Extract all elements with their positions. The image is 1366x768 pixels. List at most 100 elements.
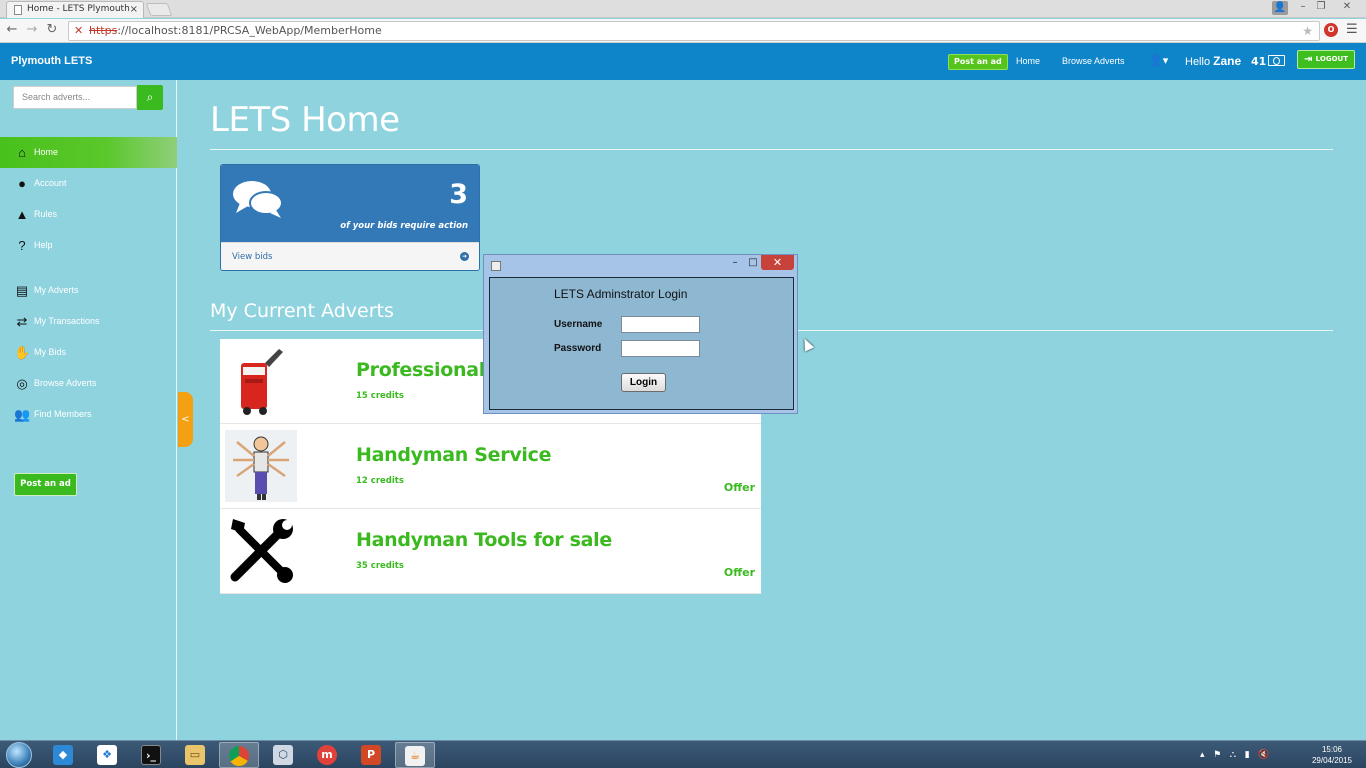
sidebar-item-help[interactable]: ? Help bbox=[0, 230, 177, 261]
cash-icon bbox=[1268, 55, 1286, 66]
new-tab-button[interactable] bbox=[145, 3, 173, 16]
profile-icon[interactable]: 👤 bbox=[1272, 1, 1288, 15]
extension-icon[interactable]: O bbox=[1324, 23, 1338, 37]
back-button[interactable]: ← bbox=[4, 22, 20, 38]
sidebar-item-home[interactable]: ⌂ Home bbox=[0, 137, 177, 168]
sidebar-item-my-bids[interactable]: ✋ My Bids bbox=[0, 337, 177, 368]
browser-tabstrip: Home - LETS Plymouth × 👤 – ❐ ✕ bbox=[0, 0, 1366, 18]
sidebar-item-find-members[interactable]: 👥 Find Members bbox=[0, 399, 177, 430]
taskbar-java[interactable]: ☕ bbox=[395, 742, 435, 768]
sidebar-collapse-toggle[interactable]: < bbox=[178, 392, 193, 447]
close-window-button[interactable]: ✕ bbox=[1340, 0, 1354, 14]
sidebar-item-my-adverts[interactable]: ▤ My Adverts bbox=[0, 275, 177, 306]
handyman-image bbox=[225, 430, 297, 502]
bids-description: of your bids require action bbox=[340, 221, 468, 231]
password-label: Password bbox=[554, 343, 602, 354]
start-button[interactable] bbox=[6, 742, 32, 768]
signal-icon[interactable]: ▮ bbox=[1245, 750, 1250, 760]
taskbar-dropbox[interactable]: ❖ bbox=[87, 742, 127, 768]
sidebar-item-rules[interactable]: ▲ Rules bbox=[0, 199, 177, 230]
brand-link[interactable]: Plymouth LETS bbox=[11, 43, 92, 80]
post-ad-nav-button[interactable]: Post an ad bbox=[948, 54, 1008, 70]
logout-label: LOGOUT bbox=[1315, 55, 1348, 63]
tab-close-icon[interactable]: × bbox=[130, 2, 138, 17]
network-icon[interactable]: ⛬ bbox=[1230, 750, 1236, 760]
tray-expand-icon[interactable]: ▴ bbox=[1200, 750, 1205, 760]
clock-date: 29/04/2015 bbox=[1311, 756, 1353, 765]
logout-icon: ⇥ bbox=[1304, 54, 1313, 65]
advert-title[interactable]: Handyman Service bbox=[356, 444, 551, 466]
box-icon: ⬡ bbox=[273, 744, 293, 765]
greeting: Hello Zane bbox=[1185, 43, 1241, 81]
username-label: Username bbox=[554, 319, 603, 330]
carpet-cleaner-image bbox=[241, 349, 283, 415]
search-icon: ⌕ bbox=[146, 90, 154, 104]
comments-icon bbox=[233, 181, 283, 218]
username-field[interactable] bbox=[621, 316, 700, 333]
advert-row[interactable]: Handyman Tools for sale 35 credits Offer bbox=[220, 509, 761, 594]
credit-count: 41 bbox=[1251, 55, 1267, 68]
help-icon: ? bbox=[18, 238, 26, 253]
taskbar-chrome[interactable] bbox=[219, 742, 259, 768]
sidebar-item-my-transactions[interactable]: ⇄ My Transactions bbox=[0, 306, 177, 337]
chrome-icon bbox=[229, 745, 249, 766]
view-bids-link[interactable]: View bids ➜ bbox=[221, 242, 479, 270]
clock-time: 15:06 bbox=[1321, 745, 1343, 754]
reload-button[interactable]: ↻ bbox=[44, 22, 60, 38]
browser-tab[interactable]: Home - LETS Plymouth × bbox=[6, 1, 144, 18]
taskbar-app-m[interactable]: m bbox=[307, 742, 347, 768]
insecure-icon: ✕ bbox=[74, 24, 84, 37]
advert-title[interactable]: Professional F bbox=[356, 359, 504, 381]
sidebar-item-label: Find Members bbox=[34, 409, 92, 419]
advert-title[interactable]: Handyman Tools for sale bbox=[356, 529, 612, 551]
page-icon bbox=[14, 5, 22, 15]
search-input[interactable]: Search adverts... bbox=[13, 86, 137, 109]
advert-row[interactable]: Handyman Service 12 credits Offer bbox=[220, 424, 761, 509]
taskbar-explorer[interactable]: ▭ bbox=[175, 742, 215, 768]
headset-icon: ◎ bbox=[16, 376, 28, 391]
nav-browse-link[interactable]: Browse Adverts bbox=[1062, 43, 1125, 80]
greeting-text: Hello bbox=[1185, 56, 1211, 68]
minimize-window-button[interactable]: – bbox=[1296, 0, 1310, 14]
taskbar-virtualbox[interactable]: ◆ bbox=[43, 742, 83, 768]
search-button[interactable]: ⌕ bbox=[137, 85, 163, 110]
taskbar-clock[interactable]: 15:06 29/04/2015 bbox=[1306, 744, 1358, 766]
transfer-icon: ⇄ bbox=[16, 314, 28, 329]
nav-home-link[interactable]: Home bbox=[1016, 43, 1040, 80]
taskbar-terminal[interactable]: ›_ bbox=[131, 742, 171, 768]
bids-panel: 3 of your bids require action View bids … bbox=[220, 164, 480, 271]
page-title: LETS Home bbox=[210, 100, 400, 140]
volume-icon[interactable]: 🔇 bbox=[1258, 750, 1269, 760]
post-ad-sidebar-button[interactable]: Post an ad bbox=[14, 473, 77, 496]
flag-icon[interactable]: ⚑ bbox=[1213, 750, 1221, 760]
login-button[interactable]: Login bbox=[621, 373, 666, 392]
user-menu-icon[interactable]: 👤▾ bbox=[1149, 43, 1168, 80]
taskbar-powerpoint[interactable]: P bbox=[351, 742, 391, 768]
username: Zane bbox=[1213, 54, 1242, 68]
sidebar-item-label: Home bbox=[34, 147, 59, 157]
sidebar-item-label: Account bbox=[34, 178, 67, 188]
folder-icon: ▭ bbox=[185, 744, 205, 765]
mouse-cursor bbox=[799, 336, 815, 352]
bids-count: 3 bbox=[449, 179, 468, 210]
cube-icon: ◆ bbox=[53, 744, 73, 765]
forward-button[interactable]: → bbox=[24, 22, 40, 38]
java-icon bbox=[491, 261, 501, 271]
restore-window-button[interactable]: ❐ bbox=[1314, 0, 1328, 14]
browser-menu-icon[interactable]: ☰ bbox=[1346, 22, 1358, 37]
address-bar[interactable]: ✕ https://localhost:8181/PRCSA_WebApp/Me… bbox=[68, 21, 1320, 41]
logout-button[interactable]: ⇥ LOGOUT bbox=[1297, 50, 1355, 69]
dialog-titlebar[interactable]: – □ ✕ bbox=[484, 255, 797, 276]
sidebar-item-browse-adverts[interactable]: ◎ Browse Adverts bbox=[0, 368, 177, 399]
sidebar-item-account[interactable]: ● Account bbox=[0, 168, 177, 199]
view-bids-label: View bids bbox=[232, 252, 273, 262]
document-icon: ▤ bbox=[15, 283, 29, 298]
sidebar-item-label: Browse Adverts bbox=[34, 378, 97, 388]
bookmark-star-icon[interactable]: ★ bbox=[1302, 22, 1313, 40]
dialog-close-button[interactable]: ✕ bbox=[761, 255, 794, 270]
taskbar-app-box[interactable]: ⬡ bbox=[263, 742, 303, 768]
sidebar-item-label: My Bids bbox=[34, 347, 67, 357]
app-navbar: Plymouth LETS Post an ad Home Browse Adv… bbox=[0, 43, 1366, 80]
password-field[interactable] bbox=[621, 340, 700, 357]
tools-icon bbox=[230, 519, 293, 583]
